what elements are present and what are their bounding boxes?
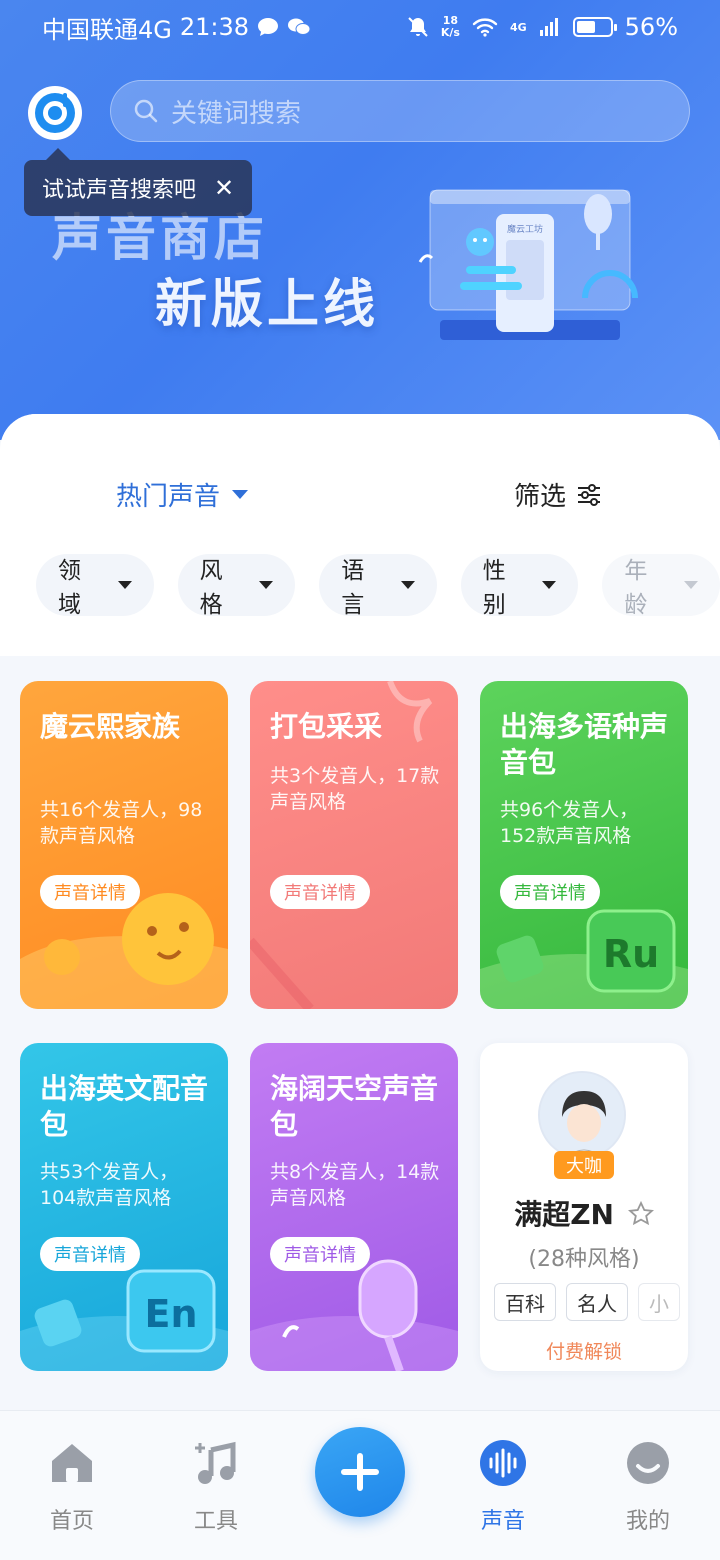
bottom-navigation: 首页 工具 声音 我的 [0, 1410, 720, 1560]
carrier-label: 中国联通4G [42, 15, 172, 44]
profile-face-icon [627, 1442, 669, 1484]
caret-down-icon [683, 581, 698, 589]
caret-down-icon [232, 490, 249, 499]
app-logo[interactable] [28, 86, 82, 140]
vip-badge: 大咖 [554, 1151, 614, 1179]
avatar [538, 1071, 626, 1159]
wifi-icon [472, 18, 498, 37]
battery-icon [572, 17, 617, 37]
nav-home[interactable]: 首页 [27, 1437, 117, 1535]
language-badge-label: En [144, 1292, 197, 1336]
tag: 百科 [494, 1283, 556, 1321]
card-title: 海阔天空声音包 [270, 1072, 439, 1141]
card-title: 出海英文配音包 [40, 1072, 209, 1141]
microphone-icon [250, 1259, 458, 1371]
voice-search-tooltip: 试试声音搜索吧 ✕ [24, 148, 253, 216]
chip-language[interactable]: 语言 [319, 554, 437, 618]
card-description: 共53个发音人，104款声音风格 [40, 1161, 179, 1209]
style-count: (28种风格) [528, 1247, 640, 1272]
mute-bell-icon [408, 17, 428, 37]
paid-unlock-label[interactable]: 付费解锁 [480, 1337, 688, 1364]
voice-pack-card[interactable]: 魔云熙家族 共16个发音人，98款声音风格 声音详情 [20, 681, 228, 1009]
chip-domain[interactable]: 领域 [36, 554, 154, 618]
filter-chips: 领域 风格 语言 性别 年龄 [36, 554, 720, 618]
banner-art-label: 魔云工坊 [507, 223, 543, 235]
card-description: 共8个发音人，14款声音风格 [270, 1161, 440, 1209]
language-badge-icon: En [20, 1269, 228, 1371]
tooltip-text: 试试声音搜索吧 [42, 178, 197, 203]
signal-icon [539, 18, 558, 36]
tooltip-close-icon[interactable]: ✕ [214, 174, 234, 202]
voice-actor-card[interactable]: 大咖 满超ZN (28种风格) 百科 名人 小 付费解锁 [480, 1043, 688, 1371]
person-avatar-icon [540, 1073, 624, 1157]
nav-mine[interactable]: 我的 [603, 1437, 693, 1535]
voice-pack-card[interactable]: 出海多语种声音包 共96个发音人，152款声音风格 声音详情 Ru [480, 681, 688, 1009]
banner-title-line2: 新版上线 [155, 275, 380, 335]
home-icon [52, 1444, 92, 1482]
music-note-logo-icon [35, 93, 75, 133]
network-type: 4G [509, 20, 527, 34]
filter-area: 热门声音 筛选 领域 风格 语言 性别 年龄 [0, 414, 720, 656]
chip-style[interactable]: 风格 [177, 554, 296, 618]
voice-actor-name: 满超ZN [480, 1193, 688, 1233]
caret-down-icon [542, 581, 557, 589]
net-speed: 18 K/s [440, 14, 460, 39]
nav-tools[interactable]: 工具 [171, 1437, 261, 1535]
sound-wave-icon [480, 1440, 526, 1486]
card-title: 出海多语种声音包 [500, 710, 669, 779]
sliders-icon [578, 483, 601, 506]
filter-button[interactable]: 筛选 [514, 476, 602, 513]
nav-sound[interactable]: 声音 [458, 1437, 548, 1535]
tag: 小 [638, 1283, 680, 1321]
tag: 名人 [566, 1283, 628, 1321]
star-outline-icon[interactable] [627, 1200, 654, 1227]
hero-header: 中国联通4G 21:38 18 K/s 4G 56% 关键词搜索 声音商店 新版… [0, 0, 720, 440]
chip-gender[interactable]: 性别 [460, 554, 579, 618]
card-title: 魔云熙家族 [40, 710, 181, 743]
voice-pack-card[interactable]: 打包采采 共3个发音人，17款声音风格 声音详情 [250, 681, 458, 1009]
clock: 21:38 [179, 13, 250, 41]
message-bubble-icon [258, 18, 279, 36]
sort-label: 热门声音 [116, 482, 221, 512]
music-tool-icon [195, 1441, 236, 1484]
voice-pack-card[interactable]: 海阔天空声音包 共8个发音人，14款声音风格 声音详情 [250, 1043, 458, 1371]
card-description: 共3个发音人，17款声音风格 [270, 765, 440, 813]
voice-detail-button[interactable]: 声音详情 [270, 875, 370, 909]
card-description: 共96个发音人，152款声音风格 [500, 799, 639, 847]
banner-illustration: 魔云工坊 [418, 189, 638, 340]
caret-down-icon [400, 581, 415, 589]
battery-percent: 56% [624, 13, 678, 41]
wechat-icon [288, 18, 311, 35]
create-plus-button[interactable] [315, 1427, 405, 1517]
language-badge-label: Ru [603, 932, 659, 976]
card-description: 共16个发音人，98款声音风格 [40, 799, 203, 847]
filter-label: 筛选 [514, 482, 567, 512]
chip-age[interactable]: 年龄 [602, 554, 720, 618]
status-bar: 中国联通4G 21:38 18 K/s 4G 56% [0, 0, 720, 54]
search-placeholder: 关键词搜索 [171, 98, 302, 129]
language-badge-icon: Ru [480, 909, 688, 1009]
plus-icon [341, 1453, 379, 1491]
sort-dropdown[interactable]: 热门声音 [116, 476, 249, 513]
search-input[interactable]: 关键词搜索 [110, 80, 690, 142]
caret-down-icon [117, 581, 132, 589]
card-title: 打包采采 [270, 710, 383, 743]
emoji-bubble-icon [20, 893, 228, 1009]
caret-down-icon [259, 581, 274, 589]
voice-pack-card[interactable]: 出海英文配音包 共53个发音人，104款声音风格 声音详情 En [20, 1043, 228, 1371]
search-icon [134, 99, 158, 123]
tag-list: 百科 名人 小 [494, 1283, 680, 1321]
